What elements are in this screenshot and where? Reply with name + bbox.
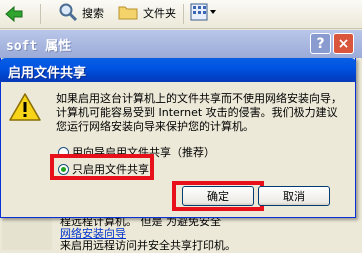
radio-sharing-only-option[interactable]: 只启用文件共享 [58,161,149,177]
toolbar-separator [40,4,41,24]
dialog-titlebar: 启用文件共享 [0,58,356,82]
toolbar-separator [183,4,184,24]
close-button[interactable]: × [333,33,354,54]
radio-sharing-only-label: 只启用文件共享 [72,163,149,176]
views-grid-icon [190,2,218,25]
search-icon [58,2,78,25]
cancel-button[interactable]: 取消 [258,186,330,206]
folders-button[interactable]: 文件夹 [117,3,176,23]
search-button[interactable]: 搜索 [58,3,104,23]
radio-circle-selected[interactable] [58,163,69,175]
folder-icon [117,2,139,25]
properties-window-titlebar: soft 属性 [0,30,362,58]
explorer-toolbar: 搜索 文件夹 [0,0,362,29]
dialog-message: 如果启用这台计算机上的文件共享而不使用网络安装向导，计算机可能容易受到 Inte… [56,92,342,133]
folders-label: 文件夹 [143,7,176,20]
ok-button[interactable]: 确定 [182,186,254,206]
dialog-title: 启用文件共享 [8,66,87,81]
nav-arrow-icon[interactable] [2,4,26,24]
bg-text-line-3: 来启用远程访问并安全共享打印机。 [60,239,236,252]
search-label: 搜索 [82,7,104,20]
views-button[interactable] [190,3,218,23]
warning-icon [8,92,42,125]
properties-window-title: soft 属性 [6,39,72,54]
help-button[interactable]: ? [310,33,331,54]
